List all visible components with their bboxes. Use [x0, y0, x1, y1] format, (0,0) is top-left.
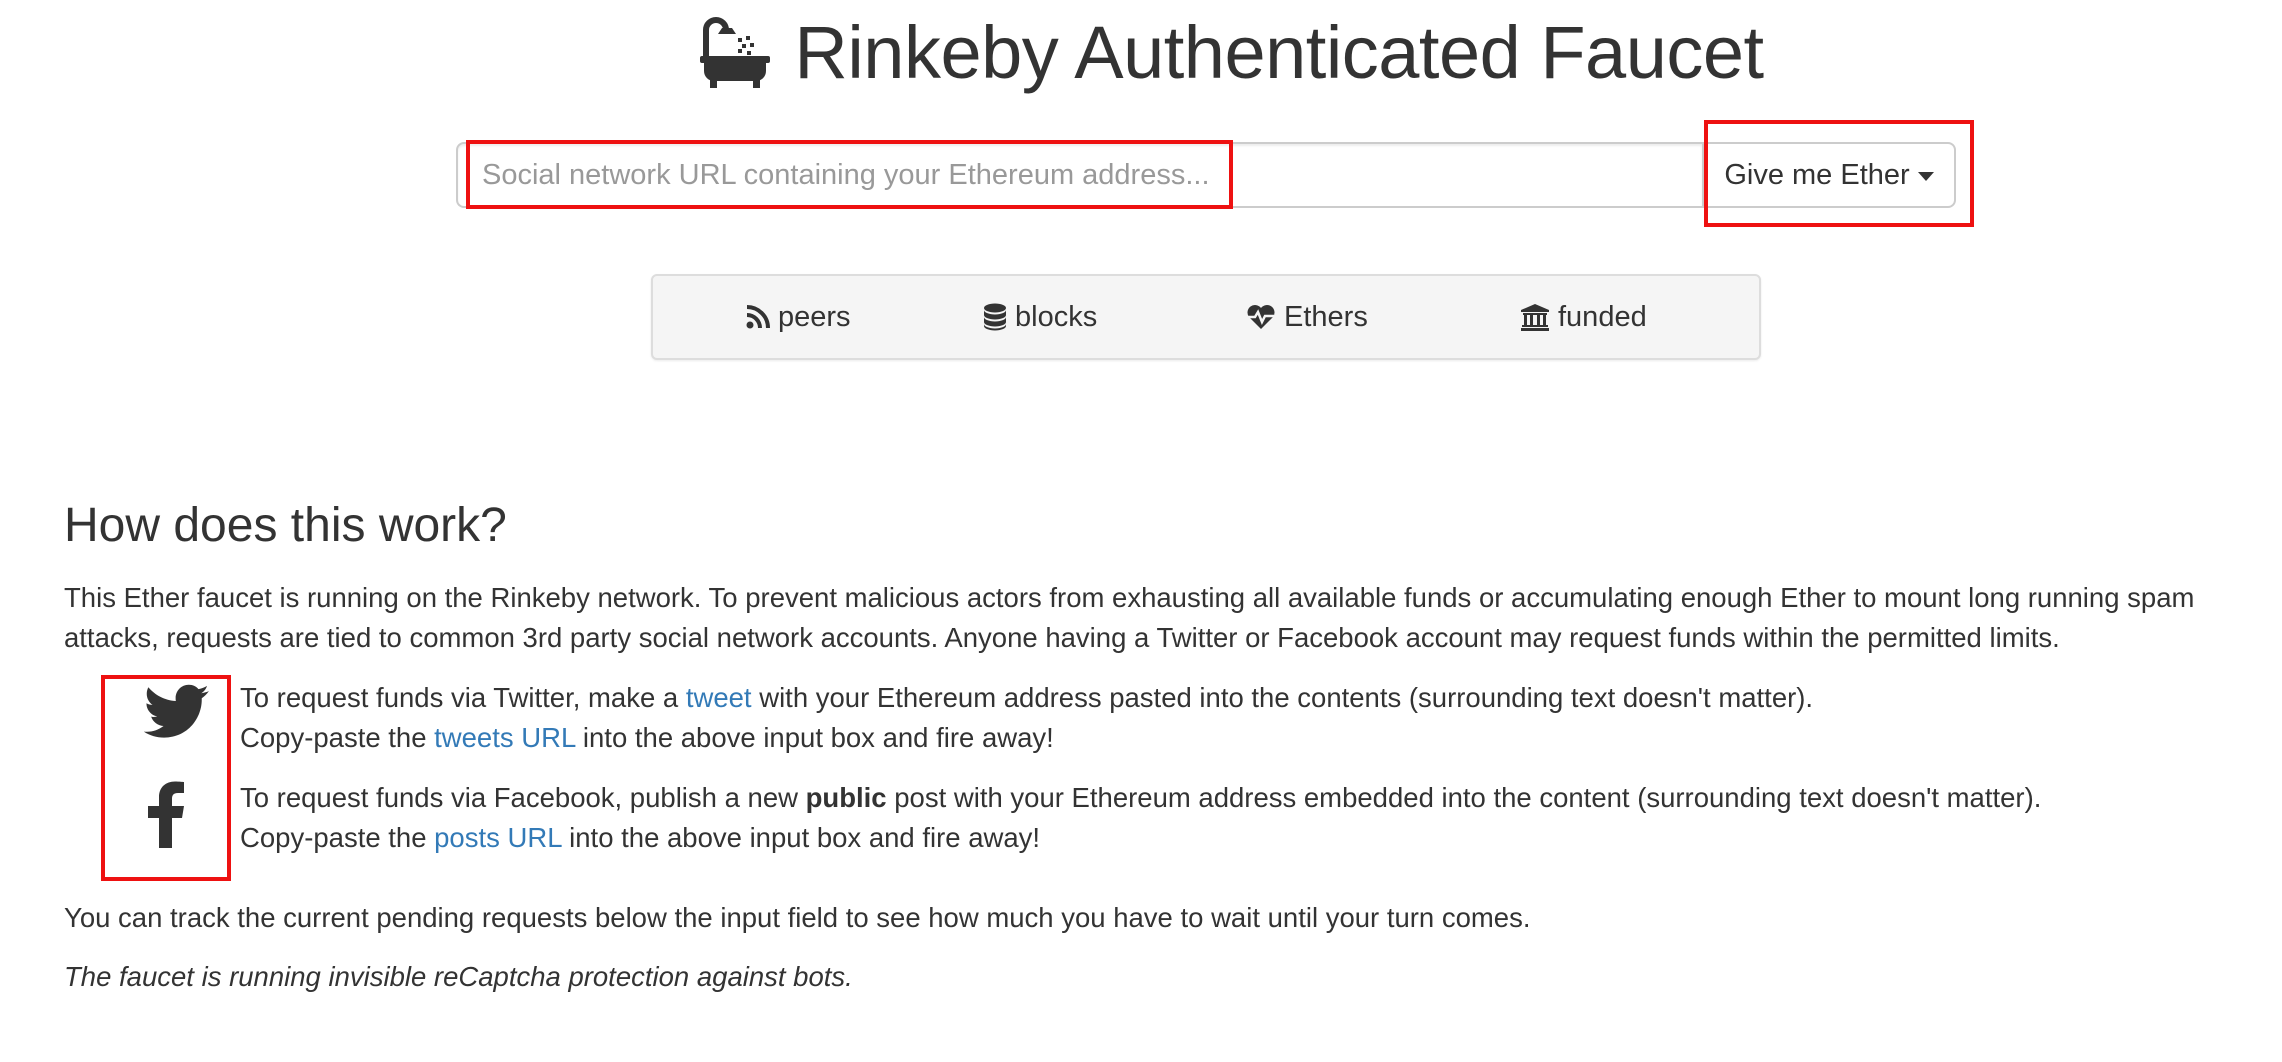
stat-label: funded — [1558, 300, 1647, 333]
intro-paragraph-line2: attacks, requests are tied to common 3rd… — [64, 622, 2060, 653]
give-me-ether-button[interactable]: Give me Ether — [1702, 142, 1956, 208]
stat-peers: peers — [746, 276, 851, 358]
facebook-instructions-line2: Copy-paste the posts URL into the above … — [240, 822, 1041, 853]
stat-ethers: Ethers — [1246, 276, 1368, 358]
database-icon — [983, 303, 1007, 331]
bank-icon — [1520, 303, 1550, 331]
stat-label: Ethers — [1284, 300, 1368, 333]
stat-label: blocks — [1015, 300, 1098, 333]
page-header: Rinkeby Authenticated Faucet — [0, 8, 2282, 98]
twitter-instructions-line1: To request funds via Twitter, make a twe… — [240, 682, 1814, 713]
public-emphasis: public — [805, 782, 887, 813]
caret-down-icon — [1917, 172, 1934, 181]
stat-label: peers — [778, 300, 851, 333]
stat-blocks: blocks — [983, 276, 1097, 358]
twitter-instructions-line2: Copy-paste the tweets URL into the above… — [240, 722, 1054, 753]
request-form: Give me Ether — [456, 142, 1956, 208]
how-heading: How does this work? — [64, 499, 507, 552]
intro-paragraph-line1: This Ether faucet is running on the Rink… — [64, 582, 2195, 613]
heartbeat-icon — [1246, 304, 1276, 330]
bath-icon — [698, 16, 772, 90]
facebook-instructions-line1: To request funds via Facebook, publish a… — [240, 782, 2042, 813]
give-me-ether-label: Give me Ether — [1724, 158, 1910, 191]
recaptcha-note: The faucet is running invisible reCaptch… — [64, 961, 853, 992]
page-title: Rinkeby Authenticated Faucet — [794, 11, 1764, 94]
tracking-paragraph: You can track the current pending reques… — [64, 902, 1531, 933]
tweets-url-link[interactable]: tweets URL — [434, 722, 575, 753]
stat-funded: funded — [1520, 276, 1647, 358]
url-input[interactable] — [456, 142, 1702, 208]
facebook-icon — [146, 780, 186, 853]
twitter-icon — [143, 684, 210, 745]
posts-url-link[interactable]: posts URL — [434, 822, 561, 853]
rss-icon — [746, 305, 770, 329]
stats-bar: peers blocks Ethers funded — [651, 274, 1761, 360]
tweet-link[interactable]: tweet — [686, 682, 752, 713]
faucet-page: Rinkeby Authenticated Faucet Give me Eth… — [0, 0, 2282, 1062]
